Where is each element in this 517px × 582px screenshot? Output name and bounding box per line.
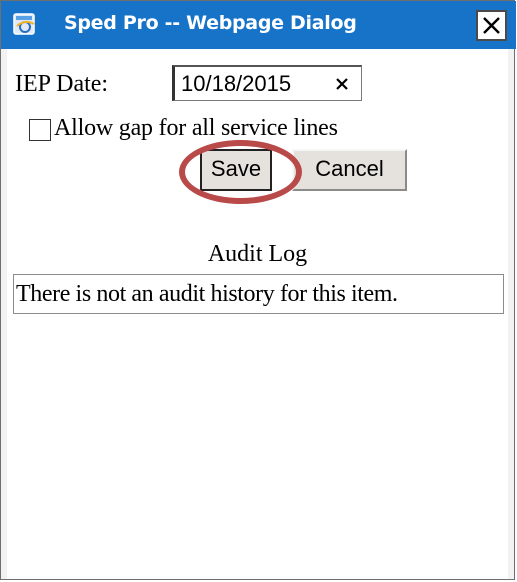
close-button[interactable] xyxy=(476,10,507,41)
window-title: Sped Pro -- Webpage Dialog xyxy=(64,12,357,34)
cancel-button[interactable]: Cancel xyxy=(292,149,407,191)
audit-log-box: There is not an audit history for this i… xyxy=(13,274,504,314)
audit-log-message: There is not an audit history for this i… xyxy=(16,281,398,307)
dialog-content: IEP Date: 10/18/2015 Allow gap for all s… xyxy=(1,49,514,579)
allow-gap-checkbox[interactable] xyxy=(29,119,51,141)
webpage-dialog-window: Sped Pro -- Webpage Dialog IEP Date: 10/… xyxy=(0,0,516,580)
iep-date-input[interactable]: 10/18/2015 xyxy=(172,65,362,101)
title-bar[interactable]: Sped Pro -- Webpage Dialog xyxy=(1,1,516,49)
clear-date-icon[interactable] xyxy=(335,77,349,91)
save-button[interactable]: Save xyxy=(200,149,272,191)
close-icon xyxy=(483,17,500,34)
audit-log-heading: Audit Log xyxy=(207,241,308,267)
iep-date-value[interactable]: 10/18/2015 xyxy=(181,71,291,97)
allow-gap-label[interactable]: Allow gap for all service lines xyxy=(54,115,338,142)
ie-window-icon xyxy=(13,13,37,37)
iep-date-label: IEP Date: xyxy=(15,71,109,97)
